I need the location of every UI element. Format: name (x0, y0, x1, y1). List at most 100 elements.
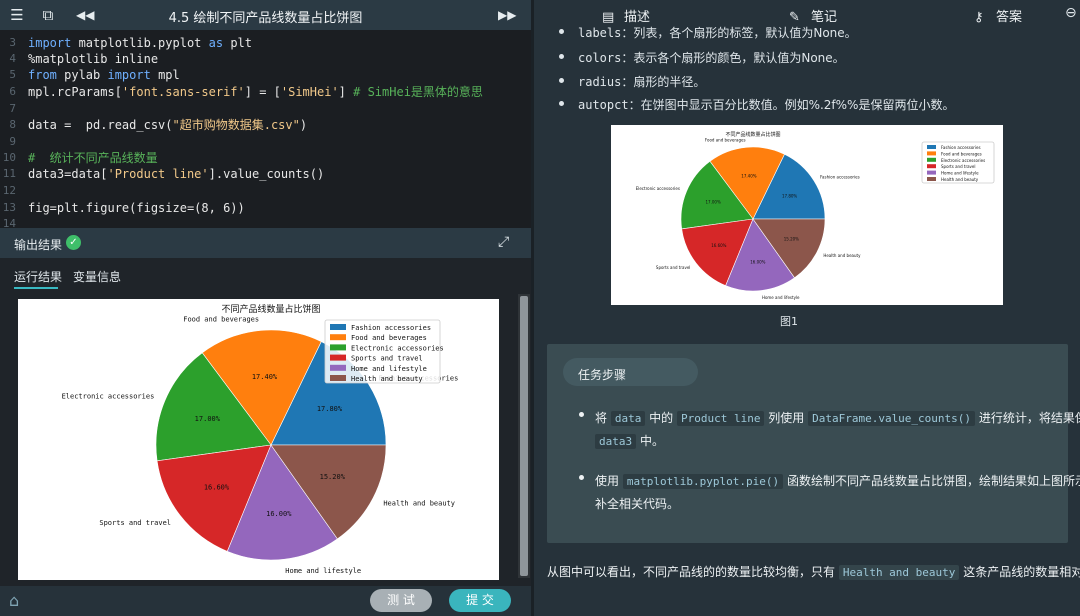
tab-description-label: 描述 (624, 10, 651, 25)
text-segment: 函数绘制不同产品线数量占比饼图，绘制结果如上图所示， (783, 474, 1080, 488)
pane-divider[interactable] (531, 0, 534, 616)
param-desc: ：扇形的半径。 (621, 75, 706, 89)
pie-category-label: Home and lifestyle (762, 295, 800, 300)
code-token: ) (299, 118, 308, 132)
reference-figure: 17.80% Fashion accessories 17.40% Food and … (611, 125, 1003, 305)
tab-variables[interactable]: 变量信息 (73, 268, 121, 285)
code-token: import (107, 68, 151, 82)
code-line[interactable]: 13 fig=plt.figure(figsize=(8, 6)) (0, 200, 531, 216)
code-token: pylab (56, 68, 108, 82)
legend-swatch (927, 170, 936, 175)
pie-value-label: 17.80% (782, 193, 797, 198)
pie-category-label: Fashion accessories (820, 174, 860, 179)
task-step-line: 使用 matplotlib.pyplot.pie() 函数绘制不同产品线数量占比… (595, 472, 1080, 489)
code-chip: Health and beauty (838, 565, 960, 580)
code-line[interactable]: 12 (0, 183, 531, 199)
legend-entry: Fashion accessories (941, 145, 981, 150)
output-scrollbar-thumb[interactable] (520, 296, 528, 576)
tab-description[interactable]: ▤ 描述 (602, 6, 650, 25)
toolbox-icon[interactable]: ⌂ (9, 591, 19, 610)
code-text: mpl.rcParams['font.sans-serif'] = ['SimH… (28, 84, 483, 100)
figure-caption: 图1 (780, 315, 798, 328)
code-token: ].value_counts() (208, 167, 325, 181)
text-segment: 列使用 (764, 411, 809, 425)
active-tab-indicator (14, 287, 58, 289)
output-header: 输出结果 ✓ ⤢ (0, 228, 531, 258)
code-token: # SimHei是黑体的意思 (353, 85, 483, 99)
legend-entry: Food and beverages (351, 334, 427, 342)
code-line[interactable]: 4 %matplotlib inline (0, 51, 531, 67)
pie-category-label: Sports and travel (99, 519, 171, 527)
pie-value-label: 16.60% (204, 484, 230, 492)
pie-value-label: 17.40% (741, 173, 756, 178)
pie-category-label: Health and beauty (383, 500, 455, 508)
legend-entry: Home and lifestyle (351, 365, 427, 373)
fast-forward-icon[interactable]: ▶▶ (498, 6, 516, 24)
tab-answer-label: 答案 (996, 10, 1023, 25)
line-number: 7 (9, 102, 16, 115)
code-token: %matplotlib inline (28, 52, 159, 66)
code-line[interactable]: 10 # 统计不同产品线数量 (0, 150, 531, 166)
tab-run-result[interactable]: 运行结果 (14, 268, 62, 285)
task-title: 任务步骤 (578, 368, 627, 382)
pie-value-label: 16.60% (711, 243, 726, 248)
text-segment: 补全相关代码。 (595, 497, 680, 511)
tab-notes-label: 笔记 (811, 10, 838, 25)
expand-icon[interactable]: ⤢ (498, 234, 509, 250)
bullet-dot (579, 412, 584, 417)
success-check-icon: ✓ (66, 235, 81, 250)
code-token: # 统计不同产品线数量 (28, 151, 158, 165)
output-title: 输出结果 (14, 238, 63, 252)
pie-value-label: 16.00% (266, 510, 292, 518)
code-token: ] (338, 85, 354, 99)
document-icon: ▤ (602, 10, 615, 25)
more-icon[interactable]: ⊖ (1065, 5, 1077, 21)
line-number: 12 (2, 184, 16, 197)
code-chip: DataFrame.value_counts() (808, 411, 976, 426)
code-token: plt (223, 36, 252, 50)
code-editor[interactable]: 3 import matplotlib.pyplot as plt 4 %matplo… (0, 30, 531, 228)
text-segment: 进行统计，将结果保存在 (978, 411, 1080, 425)
submit-button[interactable]: 提 交 (449, 589, 511, 612)
code-text: # 统计不同产品线数量 (28, 150, 158, 166)
code-token: "超市购物数据集.csv" (172, 118, 300, 132)
code-line[interactable]: 6 mpl.rcParams['font.sans-serif'] = ['Sim… (0, 84, 531, 100)
legend-swatch (330, 354, 346, 361)
pie-chart-main: 17.80% Fashion accessories 17.40% Food and … (62, 303, 459, 575)
code-text: data3=data['Product line'].value_counts(… (28, 166, 324, 182)
code-token: fig=plt.figure(figsize=(8, 6)) (28, 201, 245, 215)
code-line[interactable]: 7 (0, 101, 531, 117)
code-token: data = pd.read_csv( (28, 118, 173, 132)
code-line[interactable]: 9 (0, 134, 531, 150)
pie-value-label: 17.40% (252, 373, 278, 381)
code-line[interactable]: 3 import matplotlib.pyplot as plt (0, 35, 531, 51)
pie-category-label: Food and beverages (183, 316, 259, 324)
pie-value-label: 17.00% (195, 415, 221, 423)
param-desc: ：在饼图中显示百分比数值。例如%.2f%%是保留两位小数。 (628, 98, 955, 112)
code-token: from (28, 68, 57, 82)
task-step-line: data3 中。 (595, 432, 664, 449)
text-segment: 中。 (636, 434, 664, 448)
code-line[interactable]: 5 from pylab import mpl (0, 67, 531, 83)
legend-entry: Sports and travel (941, 164, 976, 169)
tab-notes[interactable]: ✎ 笔记 (789, 6, 837, 25)
line-number: 9 (9, 135, 16, 148)
tab-answer[interactable]: ⚷ 答案 (974, 6, 1022, 25)
text-segment: 中的 (645, 411, 677, 425)
legend-swatch (927, 157, 936, 162)
code-line[interactable]: 14 (0, 216, 531, 228)
pie-chart-reference: 17.80% Fashion accessories 17.40% Food and … (636, 131, 995, 300)
task-step-line: 将 data 中的 Product line 列使用 DataFrame.val… (595, 409, 1080, 426)
code-chip: data3 (595, 434, 637, 449)
task-step-line: 补全相关代码。 (595, 495, 679, 512)
line-number: 6 (9, 85, 16, 98)
legend-swatch (927, 151, 936, 156)
test-button[interactable]: 测 试 (370, 589, 432, 612)
code-line[interactable]: 8 data = pd.read_csv("超市购物数据集.csv") (0, 117, 531, 133)
pie-category-label: Sports and travel (656, 265, 691, 270)
param-desc: ：列表，各个扇形的标签，默认值为None。 (621, 26, 857, 40)
legend-entry: Electronic accessories (351, 344, 444, 352)
legend-entry: Health and beauty (351, 375, 423, 383)
code-line[interactable]: 11 data3=data['Product line'].value_count… (0, 166, 531, 182)
code-text: %matplotlib inline (28, 51, 158, 67)
